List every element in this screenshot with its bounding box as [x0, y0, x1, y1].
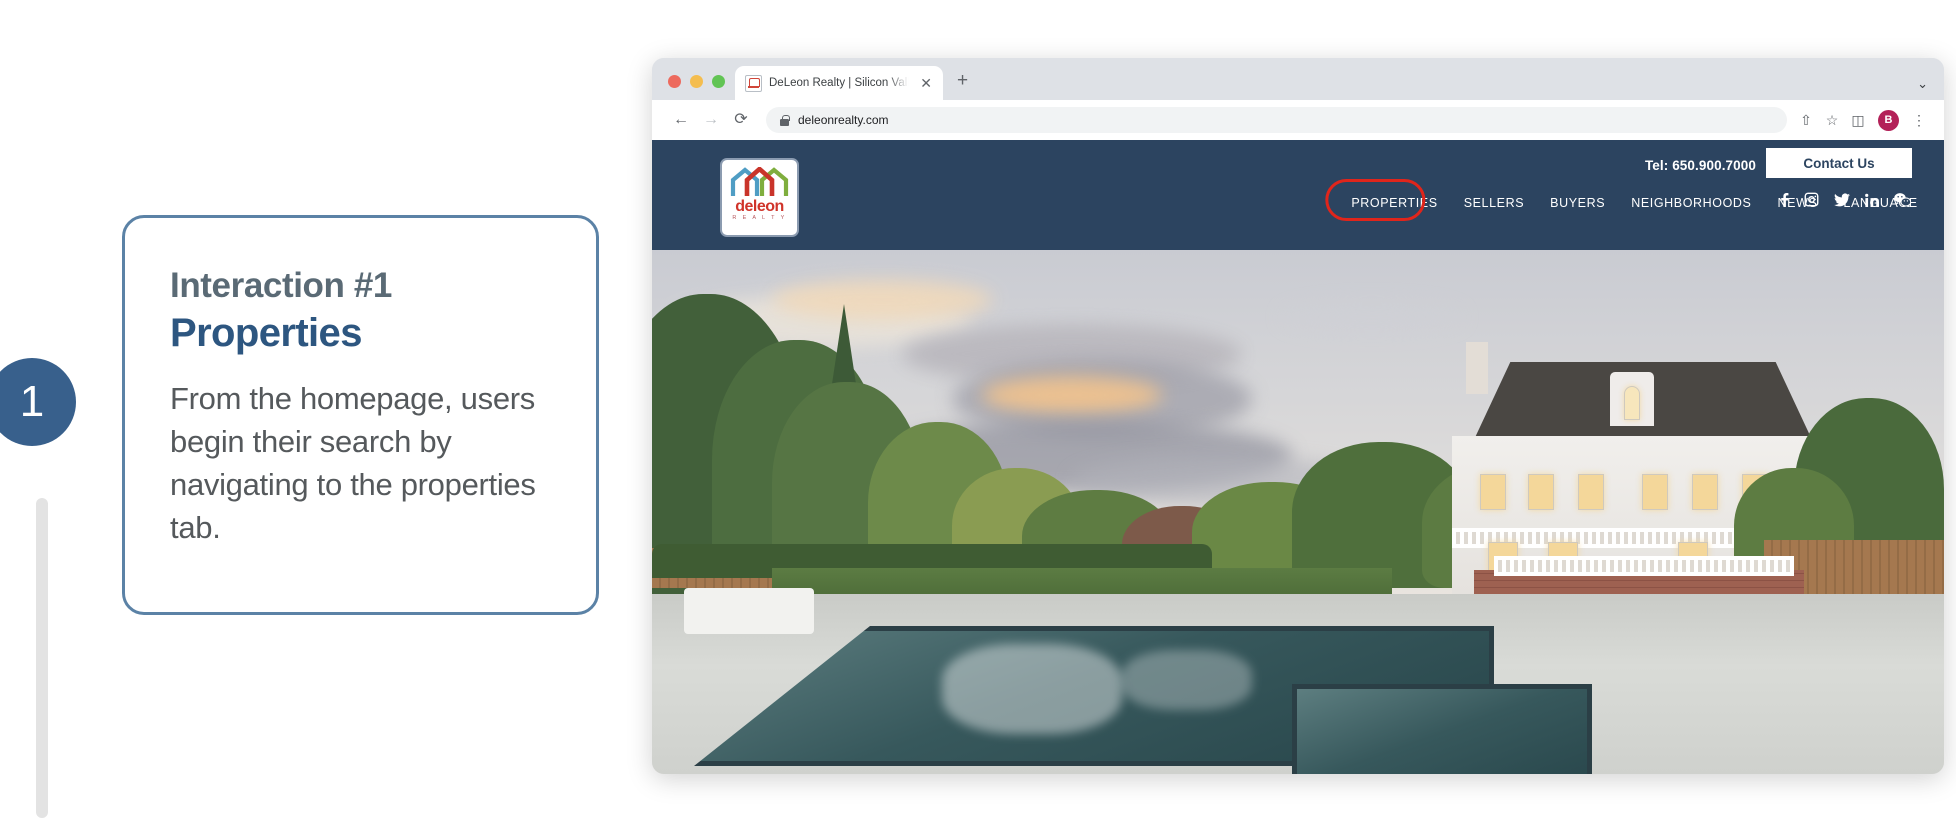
- browser-window: DeLeon Realty | Silicon Valley R ✕ + ⌄ ←…: [652, 58, 1944, 774]
- callout-eyebrow: Interaction #1: [170, 266, 392, 305]
- deleon-logo[interactable]: deleon R E A L T Y: [720, 158, 799, 237]
- window-controls: [664, 75, 735, 100]
- nav-item-buyers[interactable]: BUYERS: [1550, 196, 1605, 210]
- sidebar-panel-icon[interactable]: ◫: [1845, 107, 1871, 133]
- lock-icon: [780, 114, 790, 126]
- nav-item-neighborhoods[interactable]: NEIGHBORHOODS: [1631, 196, 1751, 210]
- linkedin-icon[interactable]: [1865, 193, 1879, 207]
- nav-item-sellers[interactable]: SELLERS: [1464, 196, 1524, 210]
- page-root: 1 Interaction #1 Properties From the hom…: [0, 0, 1956, 818]
- tab-title: DeLeon Realty | Silicon Valley R: [769, 77, 910, 89]
- spa-basin: [1292, 684, 1592, 774]
- maximize-window-button[interactable]: [712, 75, 725, 88]
- back-button[interactable]: ←: [666, 105, 696, 135]
- interaction-callout-card: Interaction #1 Properties From the homep…: [122, 215, 599, 615]
- url-text: deleonrealty.com: [798, 113, 889, 127]
- chevron-down-icon[interactable]: ⌄: [1917, 77, 1928, 90]
- close-tab-icon[interactable]: ✕: [917, 74, 935, 92]
- reload-button[interactable]: ⟳: [726, 105, 756, 135]
- hero-image: [652, 250, 1944, 774]
- nav-item-properties[interactable]: PROPERTIES: [1325, 179, 1438, 221]
- nav-label-properties: PROPERTIES: [1351, 196, 1438, 210]
- browser-tabstrip: DeLeon Realty | Silicon Valley R ✕ + ⌄: [652, 58, 1944, 100]
- browser-toolbar: ← → ⟳ deleonrealty.com ⇧ ☆ ◫ B ⋮: [652, 100, 1944, 140]
- logo-subtext: R E A L T Y: [732, 215, 787, 221]
- deleon-favicon-icon: [745, 74, 762, 92]
- wechat-icon[interactable]: [1894, 192, 1911, 207]
- address-bar[interactable]: deleonrealty.com: [766, 107, 1787, 133]
- logo-wordmark: deleon: [735, 198, 784, 215]
- header-telephone[interactable]: Tel: 650.900.7000: [1645, 158, 1756, 173]
- contact-us-button[interactable]: Contact Us: [1766, 148, 1912, 178]
- twitter-icon[interactable]: [1834, 192, 1850, 207]
- site-header: deleon R E A L T Y PROPERTIES SELLERS BU…: [652, 140, 1944, 250]
- callout-title: Properties: [170, 311, 362, 356]
- profile-avatar[interactable]: B: [1878, 109, 1899, 131]
- browser-menu-icon[interactable]: ⋮: [1906, 107, 1932, 133]
- browser-tab[interactable]: DeLeon Realty | Silicon Valley R ✕: [735, 66, 943, 100]
- social-links: [1780, 192, 1911, 207]
- bookmark-star-icon[interactable]: ☆: [1819, 107, 1845, 133]
- share-icon[interactable]: ⇧: [1793, 107, 1819, 133]
- minimize-window-button[interactable]: [690, 75, 703, 88]
- callout-body: From the homepage, users begin their sea…: [170, 381, 536, 545]
- instagram-icon[interactable]: [1804, 192, 1819, 207]
- step-number: 1: [19, 377, 45, 426]
- facebook-icon[interactable]: [1780, 192, 1789, 207]
- close-window-button[interactable]: [668, 75, 681, 88]
- step-connector-line: [36, 498, 48, 818]
- step-number-badge: 1: [0, 358, 76, 446]
- new-tab-button[interactable]: +: [943, 71, 978, 100]
- forward-button[interactable]: →: [696, 105, 726, 135]
- logo-houses-icon: [730, 167, 789, 196]
